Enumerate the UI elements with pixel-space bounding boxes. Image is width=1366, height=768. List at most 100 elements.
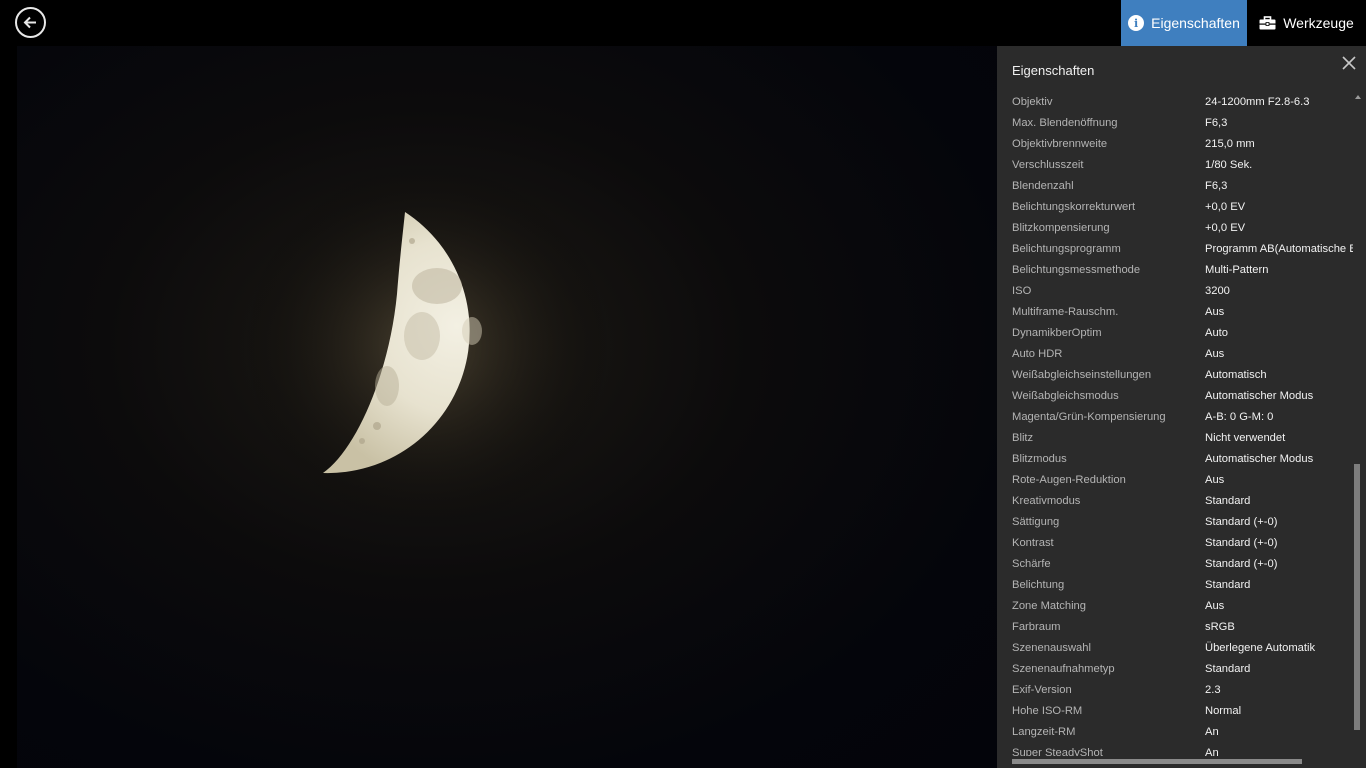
property-value: +0,0 EV	[1205, 201, 1246, 213]
property-row: DynamikberOptim Auto	[997, 323, 1353, 344]
property-row: Max. Blendenöffnung F6,3	[997, 113, 1353, 134]
property-label: Sättigung	[1012, 516, 1060, 528]
property-value: 24-1200mm F2.8-6.3	[1205, 96, 1310, 108]
property-value: Aus	[1205, 306, 1225, 318]
property-value: Auto	[1205, 327, 1229, 339]
horizontal-scrollbar[interactable]	[997, 758, 1353, 766]
property-value: Aus	[1205, 600, 1225, 612]
property-row: Weißabgleichsmodus Automatischer Modus	[997, 386, 1353, 407]
property-value: Standard (+-0)	[1205, 516, 1278, 528]
vertical-scrollbar[interactable]	[1354, 92, 1363, 756]
property-label: Super SteadyShot	[1012, 747, 1103, 756]
property-label: Farbraum	[1012, 621, 1061, 633]
property-row: Szenenauswahl Überlegene Automatik	[997, 638, 1353, 659]
property-row: ISO 3200	[997, 281, 1353, 302]
property-row: Blitzkompensierung +0,0 EV	[997, 218, 1353, 239]
property-row: Auto HDR Aus	[997, 344, 1353, 365]
property-row: Szenenaufnahmetyp Standard	[997, 659, 1353, 680]
properties-list[interactable]: Objektiv 24-1200mm F2.8-6.3 Max. Blendenöf…	[997, 92, 1353, 756]
property-value: Aus	[1205, 474, 1225, 486]
property-value: Automatischer Modus	[1205, 390, 1314, 402]
back-button[interactable]	[15, 7, 46, 38]
property-label: Kontrast	[1012, 537, 1054, 549]
property-row: Sättigung Standard (+-0)	[997, 512, 1353, 533]
property-value: Multi-Pattern	[1205, 264, 1269, 276]
property-label: Max. Blendenöffnung	[1012, 117, 1118, 129]
property-value: An	[1205, 747, 1219, 756]
tab-tools[interactable]: Werkzeuge	[1247, 0, 1366, 46]
property-value: 215,0 mm	[1205, 138, 1255, 150]
property-row: Belichtung Standard	[997, 575, 1353, 596]
scrollbar-thumb[interactable]	[1354, 464, 1360, 730]
property-row: Hohe ISO-RM Normal	[997, 701, 1353, 722]
property-value: Automatisch	[1205, 369, 1267, 381]
property-label: Kreativmodus	[1012, 495, 1081, 507]
property-row: Zone Matching Aus	[997, 596, 1353, 617]
tab-properties[interactable]: i Eigenschaften	[1121, 0, 1247, 46]
close-button[interactable]	[1339, 53, 1359, 73]
property-row: Langzeit-RM An	[997, 722, 1353, 743]
property-value: Standard	[1205, 495, 1251, 507]
property-value: 1/80 Sek.	[1205, 159, 1253, 171]
property-label: DynamikberOptim	[1012, 327, 1102, 339]
property-label: Blitz	[1012, 432, 1034, 444]
property-row: Objektiv 24-1200mm F2.8-6.3	[997, 92, 1353, 113]
property-row: Farbraum sRGB	[997, 617, 1353, 638]
property-label: Szenenaufnahmetyp	[1012, 663, 1115, 675]
property-label: Belichtungsmessmethode	[1012, 264, 1141, 276]
property-label: Weißabgleichseinstellungen	[1012, 369, 1152, 381]
property-label: Multiframe-Rauschm.	[1012, 306, 1119, 318]
toolbox-icon	[1259, 16, 1276, 30]
panel-title: Eigenschaften	[1012, 63, 1095, 78]
property-value: Programm AB(Automatische Belichtung)	[1205, 243, 1353, 255]
close-icon	[1342, 56, 1356, 70]
property-row: Weißabgleichseinstellungen Automatisch	[997, 365, 1353, 386]
property-row: Multiframe-Rauschm. Aus	[997, 302, 1353, 323]
property-label: Objektivbrennweite	[1012, 138, 1108, 150]
property-row: Rote-Augen-Reduktion Aus	[997, 470, 1353, 491]
property-row: Blitzmodus Automatischer Modus	[997, 449, 1353, 470]
property-value: 2.3	[1205, 684, 1221, 696]
property-label: Verschlusszeit	[1012, 159, 1084, 171]
property-value: Aus	[1205, 348, 1225, 360]
property-value: Standard (+-0)	[1205, 558, 1278, 570]
property-row: Schärfe Standard (+-0)	[997, 554, 1353, 575]
info-icon: i	[1128, 15, 1145, 31]
properties-panel: Eigenschaften Objektiv 24-1200mm F2.8-6.3…	[997, 46, 1366, 768]
tab-properties-label: Eigenschaften	[1151, 15, 1240, 31]
property-label: Objektiv	[1012, 96, 1053, 108]
property-value: F6,3	[1205, 180, 1228, 192]
moon-photo	[17, 46, 997, 768]
property-label: Weißabgleichsmodus	[1012, 390, 1119, 402]
property-row: Exif-Version 2.3	[997, 680, 1353, 701]
property-row: Belichtungskorrekturwert +0,0 EV	[997, 197, 1353, 218]
property-label: Exif-Version	[1012, 684, 1072, 696]
property-value: Standard	[1205, 663, 1251, 675]
property-row: Belichtungsprogramm Programm AB(Automatis…	[997, 239, 1353, 260]
property-label: Belichtungskorrekturwert	[1012, 201, 1136, 213]
property-label: Blitzmodus	[1012, 453, 1067, 465]
property-label: Blendenzahl	[1012, 180, 1074, 192]
horizontal-scrollbar-thumb[interactable]	[1012, 759, 1302, 764]
property-value: Standard (+-0)	[1205, 537, 1278, 549]
property-value: sRGB	[1205, 621, 1235, 633]
tab-tools-label: Werkzeuge	[1283, 15, 1354, 31]
photo-viewer[interactable]	[17, 46, 997, 768]
top-bar: i Eigenschaften Werkzeuge	[0, 0, 1366, 46]
property-value: Automatischer Modus	[1205, 453, 1314, 465]
property-label: Zone Matching	[1012, 600, 1087, 612]
property-value: A-B: 0 G-M: 0	[1205, 411, 1274, 423]
property-value: 3200	[1205, 285, 1230, 297]
property-label: Belichtungsprogramm	[1012, 243, 1121, 255]
property-label: Blitzkompensierung	[1012, 222, 1110, 234]
property-value: F6,3	[1205, 117, 1228, 129]
property-row: Objektivbrennweite 215,0 mm	[997, 134, 1353, 155]
property-value: +0,0 EV	[1205, 222, 1246, 234]
property-row: Super SteadyShot An	[997, 743, 1353, 756]
property-label: Hohe ISO-RM	[1012, 705, 1083, 717]
property-row: Belichtungsmessmethode Multi-Pattern	[997, 260, 1353, 281]
property-label: Auto HDR	[1012, 348, 1063, 360]
property-label: Magenta/Grün-Kompensierung	[1012, 411, 1166, 423]
property-label: Schärfe	[1012, 558, 1051, 570]
scroll-up-arrow-icon[interactable]	[1355, 95, 1361, 99]
